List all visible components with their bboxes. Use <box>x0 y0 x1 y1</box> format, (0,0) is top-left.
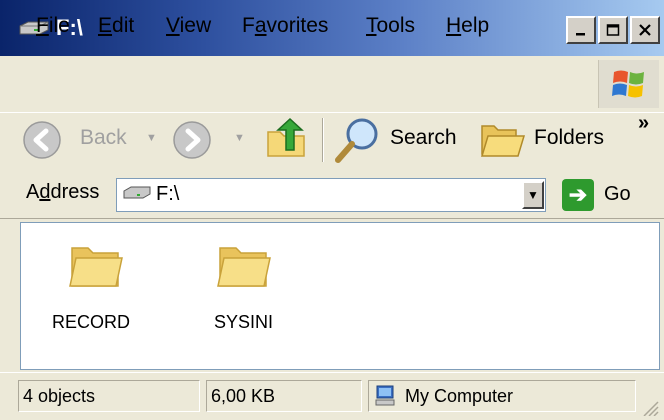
status-object-count: 4 objects <box>18 380 200 412</box>
back-button[interactable]: Back <box>80 126 127 150</box>
folders-button[interactable]: Folders <box>534 126 604 150</box>
forward-arrow-icon[interactable] <box>172 120 212 160</box>
toolbar-separator <box>322 118 324 162</box>
maximize-button[interactable] <box>598 16 628 44</box>
maximize-icon <box>606 24 620 36</box>
folder-label[interactable]: RECORD <box>52 312 130 333</box>
address-dropdown-button[interactable]: ▼ <box>522 181 544 209</box>
menu-edit[interactable]: Edit <box>98 14 134 38</box>
back-arrow-icon[interactable] <box>22 120 62 160</box>
close-button[interactable] <box>630 16 660 44</box>
menu-file[interactable]: File <box>36 14 70 38</box>
folder-label[interactable]: SYSINI <box>214 312 273 333</box>
back-dropdown-icon[interactable]: ▼ <box>146 132 157 144</box>
folder-up-icon[interactable] <box>264 116 310 162</box>
address-value[interactable]: F:\ <box>156 183 179 206</box>
address-label: Address <box>26 181 100 203</box>
status-location: My Computer <box>368 380 636 412</box>
toolbar-overflow-button[interactable]: » <box>638 112 649 135</box>
folder-icon <box>217 247 271 287</box>
go-arrow-icon[interactable]: ➔ <box>562 179 594 211</box>
forward-dropdown-icon[interactable]: ▼ <box>234 132 245 144</box>
menu-favorites[interactable]: Favorites <box>242 14 328 38</box>
my-computer-icon <box>375 385 395 406</box>
close-icon <box>639 24 651 36</box>
resize-grip-icon[interactable] <box>642 400 660 416</box>
folder-item[interactable] <box>60 238 126 292</box>
windows-logo <box>598 60 659 108</box>
minimize-button[interactable] <box>566 16 596 44</box>
menu-bar <box>0 56 664 113</box>
drive-icon <box>123 186 151 199</box>
address-field[interactable] <box>116 178 546 212</box>
folder-item[interactable] <box>208 238 274 292</box>
menu-tools[interactable]: Tools <box>366 14 415 38</box>
chevron-down-icon: ▼ <box>527 188 539 202</box>
folders-icon[interactable] <box>480 118 526 160</box>
search-button[interactable]: Search <box>390 126 457 150</box>
minimize-icon <box>576 33 585 36</box>
go-button[interactable]: Go <box>604 183 631 206</box>
folder-icon <box>69 247 123 287</box>
windows-flag-icon <box>612 70 644 98</box>
menu-view[interactable]: View <box>166 14 211 38</box>
status-size: 6,00 KB <box>206 380 362 412</box>
menu-help[interactable]: Help <box>446 14 489 38</box>
search-icon[interactable] <box>332 116 382 164</box>
